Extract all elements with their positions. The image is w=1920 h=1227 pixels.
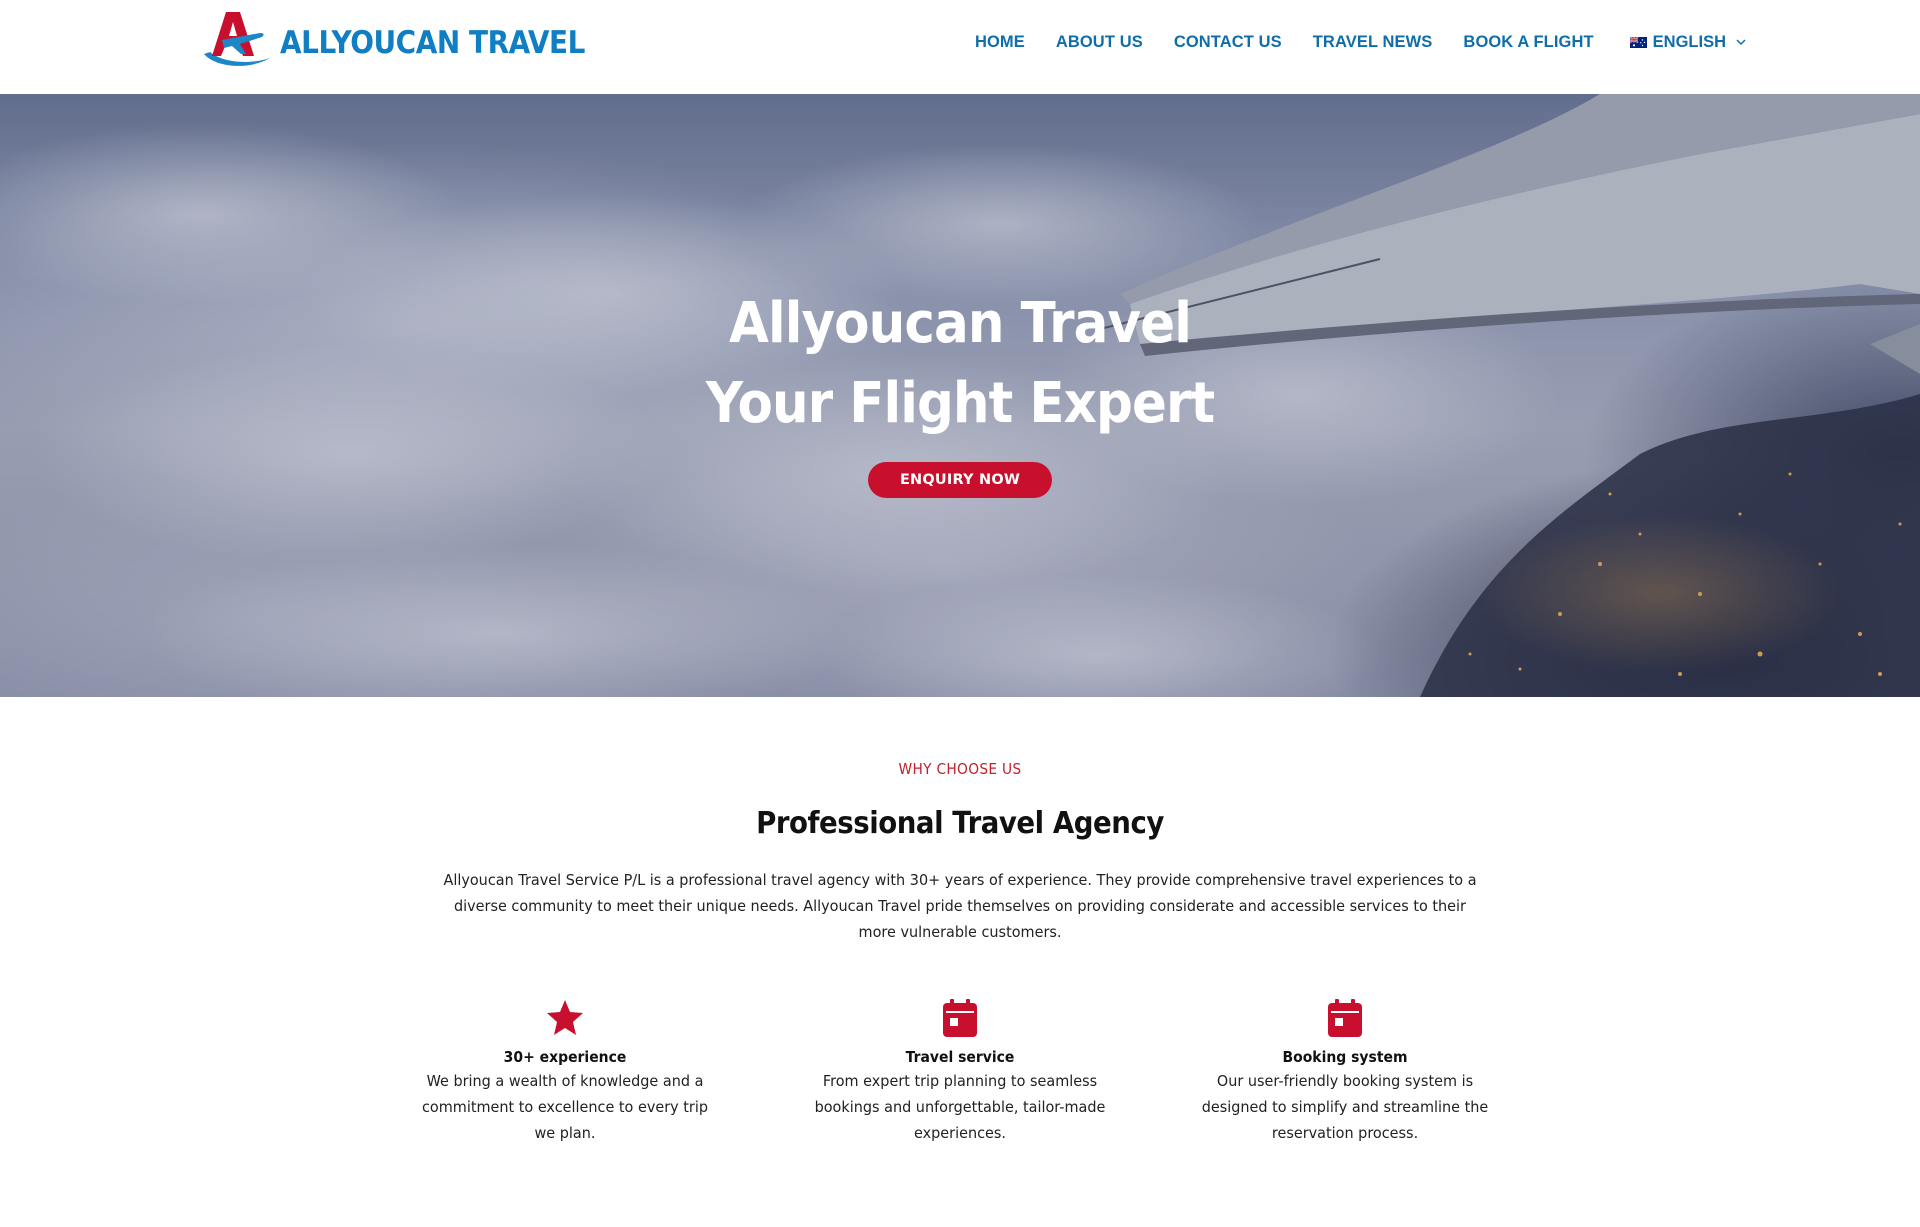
language-label: ENGLISH — [1652, 32, 1726, 51]
hero-title: Allyoucan Travel Your Flight Expert — [0, 284, 1920, 444]
site-logo[interactable]: ALLYOUCAN TRAVEL — [196, 8, 619, 78]
feature-title: Booking system — [1282, 1048, 1408, 1066]
language-selector[interactable]: ENGLISH — [1629, 32, 1746, 52]
brand-name: ALLYOUCAN TRAVEL — [280, 25, 585, 61]
site-header: ALLYOUCAN TRAVEL HOME ABOUT US CONTACT U… — [0, 0, 1920, 94]
section-eyebrow: WHY CHOOSE US — [898, 760, 1022, 778]
calendar-icon — [1328, 999, 1362, 1037]
main-nav: HOME ABOUT US CONTACT US TRAVEL NEWS BOO… — [975, 0, 1746, 84]
feature-booking-system: Booking system Our user-friendly booking… — [1180, 997, 1510, 1146]
nav-contact-us[interactable]: CONTACT US — [1174, 33, 1282, 52]
feature-description: Our user-friendly booking system is desi… — [1201, 1072, 1489, 1142]
why-choose-us-section: WHY CHOOSE US Professional Travel Agency… — [0, 697, 1920, 1142]
enquiry-now-button[interactable]: ENQUIRY NOW — [868, 462, 1052, 498]
australia-flag-icon — [1629, 36, 1647, 48]
chevron-down-icon — [1736, 38, 1746, 45]
plane-a-logo-icon — [204, 12, 270, 66]
feature-travel-service: Travel service From expert trip planning… — [795, 997, 1125, 1146]
feature-description: We bring a wealth of knowledge and a com… — [421, 1072, 709, 1142]
hero-title-line2: Your Flight Expert — [705, 371, 1215, 436]
nav-about-us[interactable]: ABOUT US — [1056, 33, 1143, 52]
feature-experience: 30+ experience We bring a wealth of know… — [400, 997, 730, 1146]
feature-title: Travel service — [905, 1048, 1015, 1066]
hero-title-line1: Allyoucan Travel — [729, 291, 1192, 356]
section-title: Professional Travel Agency — [756, 806, 1164, 841]
star-icon — [547, 1000, 583, 1035]
nav-travel-news[interactable]: TRAVEL NEWS — [1313, 33, 1433, 52]
feature-title: 30+ experience — [503, 1048, 627, 1066]
features-row: 30+ experience We bring a wealth of know… — [400, 997, 1520, 1167]
feature-description: From expert trip planning to seamless bo… — [814, 1072, 1106, 1142]
calendar-icon — [943, 999, 977, 1037]
hero-section: Allyoucan Travel Your Flight Expert ENQU… — [0, 94, 1920, 697]
nav-home[interactable]: HOME — [975, 33, 1025, 52]
hero-content: Allyoucan Travel Your Flight Expert ENQU… — [0, 284, 1920, 498]
nav-book-a-flight[interactable]: BOOK A FLIGHT — [1463, 33, 1593, 52]
section-intro: Allyoucan Travel Service P/L is a profes… — [443, 871, 1477, 941]
